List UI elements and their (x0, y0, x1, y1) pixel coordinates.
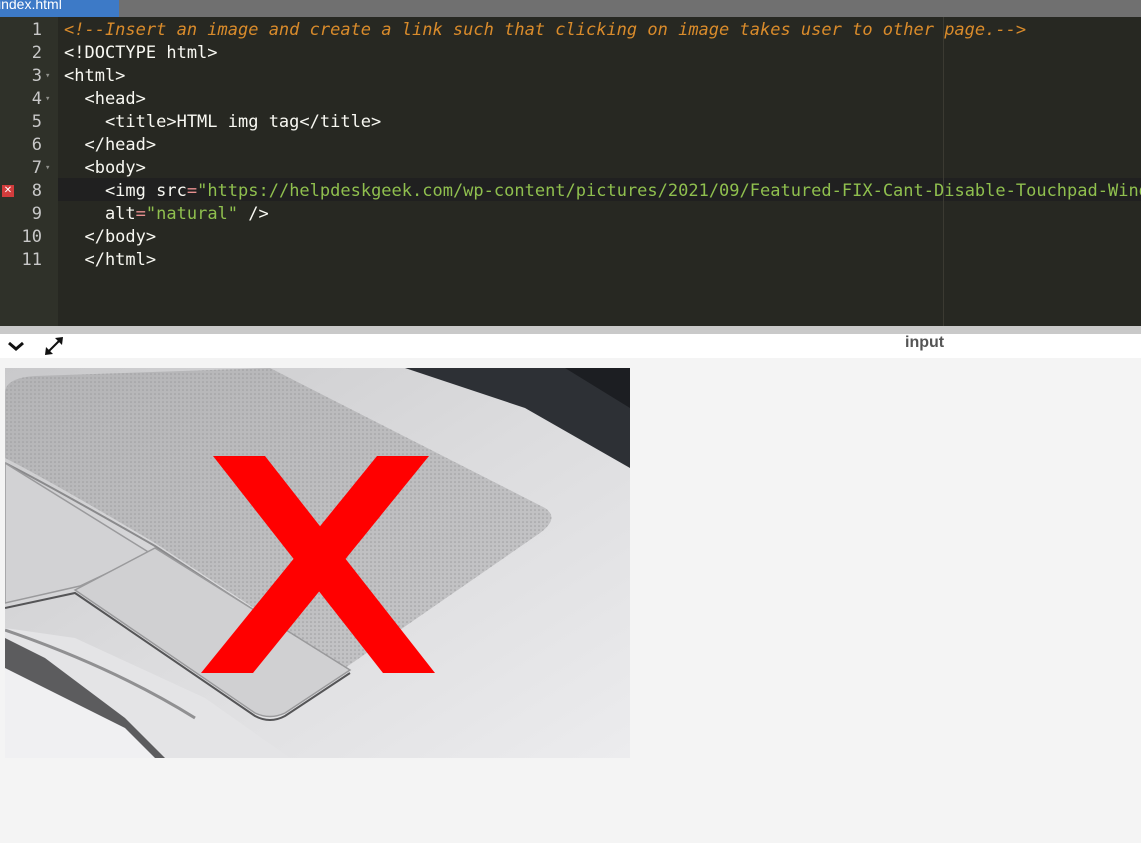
code-line[interactable]: 7 ▾ <body> (0, 157, 1141, 180)
code-text: </html> (64, 249, 156, 272)
code-line[interactable]: 6 </head> (0, 134, 1141, 157)
line-number: 5 (31, 112, 42, 132)
tab-bar: index.html (0, 0, 1141, 17)
code-token: <body> (64, 158, 146, 178)
code-token: <head> (64, 89, 146, 109)
line-number: 9 (31, 204, 42, 224)
code-token: </body> (64, 227, 157, 247)
code-token: "natural" (145, 204, 239, 224)
preview-pane (0, 358, 1141, 843)
code-text: <html> (64, 65, 125, 88)
line-number: 2 (31, 43, 42, 63)
code-line[interactable]: 2 <!DOCTYPE html> (0, 42, 1141, 65)
code-token: <!--Insert an image and create a link su… (64, 20, 1027, 40)
code-token: <!DOCTYPE html> (64, 43, 218, 63)
line-number: 6 (31, 135, 42, 155)
collapse-button[interactable] (6, 337, 26, 355)
code-token: = (135, 204, 146, 224)
code-line[interactable]: 5 <title>HTML img tag</title> (0, 111, 1141, 134)
line-number: 1 (31, 20, 42, 40)
code-line[interactable]: 10 </body> (0, 226, 1141, 249)
fold-toggle-icon[interactable]: ▾ (45, 88, 50, 111)
code-line[interactable]: 1 <!--Insert an image and create a link s… (0, 19, 1141, 42)
code-line[interactable]: ✕ 8 <img src="https://helpdeskgeek.com/wp… (0, 180, 1141, 203)
line-number: 7 (31, 158, 42, 178)
code-text: <body> (64, 157, 146, 180)
line-number: 10 (21, 227, 42, 247)
code-text: alt="natural" /> (64, 203, 269, 226)
code-editor[interactable]: 1 <!--Insert an image and create a link s… (0, 17, 1141, 326)
code-line[interactable]: 11 </html> (0, 249, 1141, 272)
code-token: <title>HTML img tag</title> (64, 112, 382, 132)
code-token: alt (64, 204, 136, 224)
touchpad-image (5, 368, 630, 758)
code-text: </head> (64, 134, 156, 157)
code-token: /> (238, 204, 269, 224)
code-line[interactable]: 4 ▾ <head> (0, 88, 1141, 111)
expand-arrows-icon (45, 337, 63, 355)
line-number: 3 (31, 66, 42, 86)
chevron-down-icon (8, 341, 24, 351)
code-token: <img src (64, 181, 187, 201)
code-text: <!--Insert an image and create a link su… (64, 19, 1026, 42)
code-text: <title>HTML img tag</title> (64, 111, 381, 134)
output-toolbar: input (0, 334, 1141, 358)
code-text: <!DOCTYPE html> (64, 42, 218, 65)
code-token: </head> (64, 135, 157, 155)
code-token: </html> (64, 250, 157, 270)
pane-splitter[interactable] (0, 326, 1141, 334)
input-label[interactable]: input (905, 334, 944, 358)
fold-toggle-icon[interactable]: ▾ (45, 65, 50, 88)
code-text: <head> (64, 88, 146, 111)
line-number: 4 (31, 89, 42, 109)
code-line[interactable]: 9 alt="natural" /> (0, 203, 1141, 226)
code-text: <img src="https://helpdeskgeek.com/wp-co… (64, 180, 1141, 203)
code-token: <html> (64, 66, 126, 86)
code-line[interactable]: 3 ▾ <html> (0, 65, 1141, 88)
expand-button[interactable] (43, 336, 65, 356)
tab-index-html[interactable]: index.html (0, 0, 119, 17)
fold-toggle-icon[interactable]: ▾ (45, 157, 50, 180)
code-token: "https://helpdeskgeek.com/wp-content/pic… (197, 181, 1141, 201)
line-number: 8 (31, 181, 42, 201)
code-token: = (186, 181, 198, 201)
line-number: 11 (21, 250, 42, 270)
code-text: </body> (64, 226, 156, 249)
